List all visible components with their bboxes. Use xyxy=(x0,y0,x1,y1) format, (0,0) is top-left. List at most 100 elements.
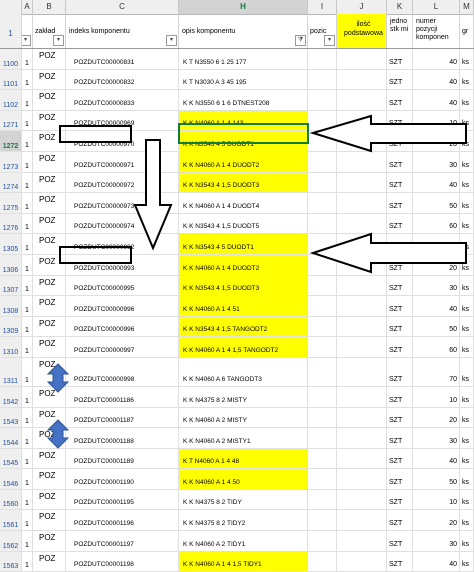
row-number[interactable]: 1311 xyxy=(0,357,22,386)
cell-m[interactable]: ks xyxy=(460,448,474,469)
cell-m[interactable]: ks xyxy=(460,110,474,131)
cell-a[interactable]: 1 xyxy=(22,213,33,234)
cell-l[interactable]: 40 xyxy=(413,296,460,316)
row-number[interactable]: 1542 xyxy=(0,386,22,407)
cell-k[interactable]: SZT xyxy=(387,489,413,510)
cell-k[interactable]: SZT xyxy=(387,428,413,448)
cell-l[interactable]: 50 xyxy=(413,193,460,213)
cell-i[interactable] xyxy=(308,213,337,234)
cell-a[interactable]: 1 xyxy=(22,428,33,448)
cell-m[interactable]: ks xyxy=(460,407,474,428)
cell-m[interactable]: ks xyxy=(460,489,474,510)
cell-a[interactable]: 1 xyxy=(22,316,33,337)
row-number[interactable]: 1310 xyxy=(0,337,22,357)
cell-k[interactable]: SZT xyxy=(387,551,413,572)
cell-a[interactable]: 1 xyxy=(22,337,33,357)
cell-i[interactable] xyxy=(308,551,337,572)
row-number[interactable]: 1306 xyxy=(0,254,22,275)
cell-l[interactable]: 30 xyxy=(413,531,460,551)
cell-a[interactable]: 1 xyxy=(22,357,33,386)
row-number[interactable]: 1543 xyxy=(0,407,22,428)
cell-m[interactable]: ks xyxy=(460,337,474,357)
cell-j[interactable] xyxy=(337,428,387,448)
cell-b[interactable]: POZ xyxy=(33,469,66,489)
cell-k[interactable]: SZT xyxy=(387,531,413,551)
cell-i[interactable] xyxy=(308,531,337,551)
row-number[interactable]: 1307 xyxy=(0,275,22,296)
cell-k[interactable]: SZT xyxy=(387,275,413,296)
cell-a[interactable]: 1 xyxy=(22,49,33,69)
cell-k[interactable]: SZT xyxy=(387,510,413,531)
cell-b[interactable]: POZ xyxy=(33,407,66,428)
filter-dropdown-icon[interactable]: ▾ xyxy=(324,35,335,46)
cell-c[interactable]: POZDUTC00001186 xyxy=(66,386,179,407)
cell-l[interactable]: 40 xyxy=(413,551,460,572)
cell-j[interactable] xyxy=(337,254,387,275)
cell-a[interactable]: 1 xyxy=(22,469,33,489)
cell-m[interactable]: ks xyxy=(460,357,474,386)
cell-l[interactable]: 40 xyxy=(413,172,460,193)
cell-c[interactable]: POZDUTC00001198 xyxy=(66,551,179,572)
row-number[interactable]: 1100 xyxy=(0,49,22,69)
cell-i[interactable] xyxy=(308,275,337,296)
cell-b[interactable]: POZ xyxy=(33,49,66,69)
cell-a[interactable]: 1 xyxy=(22,407,33,428)
cell-j[interactable] xyxy=(337,193,387,213)
row-number[interactable]: 1101 xyxy=(0,69,22,90)
cell-j[interactable] xyxy=(337,110,387,131)
cell-c[interactable]: POZDUTC00001195 xyxy=(66,489,179,510)
cell-k[interactable]: SZT xyxy=(387,213,413,234)
cell-a[interactable]: 1 xyxy=(22,110,33,131)
cell-l[interactable]: 40 xyxy=(413,448,460,469)
cell-i[interactable] xyxy=(308,428,337,448)
cell-b[interactable]: POZ xyxy=(33,428,66,448)
cell-h[interactable]: K K N3543 4 1,5 TANGODT2 xyxy=(179,316,308,337)
row-number[interactable]: 1309 xyxy=(0,316,22,337)
cell-l[interactable]: 40 xyxy=(413,69,460,90)
column-letter-i[interactable]: I xyxy=(308,0,337,14)
cell-h[interactable]: K K N3543 4 1,5 DUODT5 xyxy=(179,213,308,234)
cell-i[interactable] xyxy=(308,489,337,510)
row-number[interactable]: 1271 xyxy=(0,110,22,131)
cell-j[interactable] xyxy=(337,489,387,510)
cell-a[interactable]: 1 xyxy=(22,90,33,110)
row-number[interactable]: 1 xyxy=(0,14,22,48)
row-number[interactable]: 1308 xyxy=(0,296,22,316)
cell-i[interactable] xyxy=(308,448,337,469)
cell-b[interactable]: POZ xyxy=(33,386,66,407)
cell-i[interactable] xyxy=(308,90,337,110)
cell-h[interactable]: K K N4060 A 2 TIDY1 xyxy=(179,531,308,551)
cell-j[interactable] xyxy=(337,234,387,254)
cell-a[interactable]: 1 xyxy=(22,131,33,151)
cell-k[interactable]: SZT xyxy=(387,151,413,172)
cell-j[interactable] xyxy=(337,275,387,296)
column-letter-l[interactable]: L xyxy=(413,0,460,14)
cell-i[interactable] xyxy=(308,49,337,69)
cell-l[interactable]: 50 xyxy=(413,316,460,337)
cell-j[interactable] xyxy=(337,172,387,193)
cell-h[interactable]: K K N4060 A 2 MISTY xyxy=(179,407,308,428)
cell-h[interactable]: K K N4060 A 1 4 DUODT2 xyxy=(179,254,308,275)
cell-i[interactable] xyxy=(308,110,337,131)
cell-j[interactable] xyxy=(337,448,387,469)
cell-i[interactable] xyxy=(308,296,337,316)
cell-b[interactable]: POZ xyxy=(33,296,66,316)
cell-b[interactable]: POZ xyxy=(33,357,66,386)
cell-j[interactable] xyxy=(337,213,387,234)
cell-j[interactable] xyxy=(337,337,387,357)
cell-a[interactable]: 1 xyxy=(22,296,33,316)
cell-l[interactable]: 40 xyxy=(413,49,460,69)
cell-m[interactable]: ks xyxy=(460,254,474,275)
cell-c[interactable]: POZDUTC00001188 xyxy=(66,428,179,448)
cell-i[interactable] xyxy=(308,407,337,428)
cell-l[interactable]: 60 xyxy=(413,213,460,234)
row-number[interactable]: 1275 xyxy=(0,193,22,213)
cell-c[interactable]: POZDUTC00000996 xyxy=(66,296,179,316)
cell-a[interactable]: 1 xyxy=(22,275,33,296)
cell-l[interactable]: 30 xyxy=(413,428,460,448)
cell-i[interactable] xyxy=(308,131,337,151)
cell-h[interactable]: K K N3543 4 1,5 DUODT3 xyxy=(179,275,308,296)
cell-h[interactable]: K K N3543 4 1,5 DUODT3 xyxy=(179,172,308,193)
cell-m[interactable]: ks xyxy=(460,510,474,531)
cell-a[interactable]: 1 xyxy=(22,551,33,572)
